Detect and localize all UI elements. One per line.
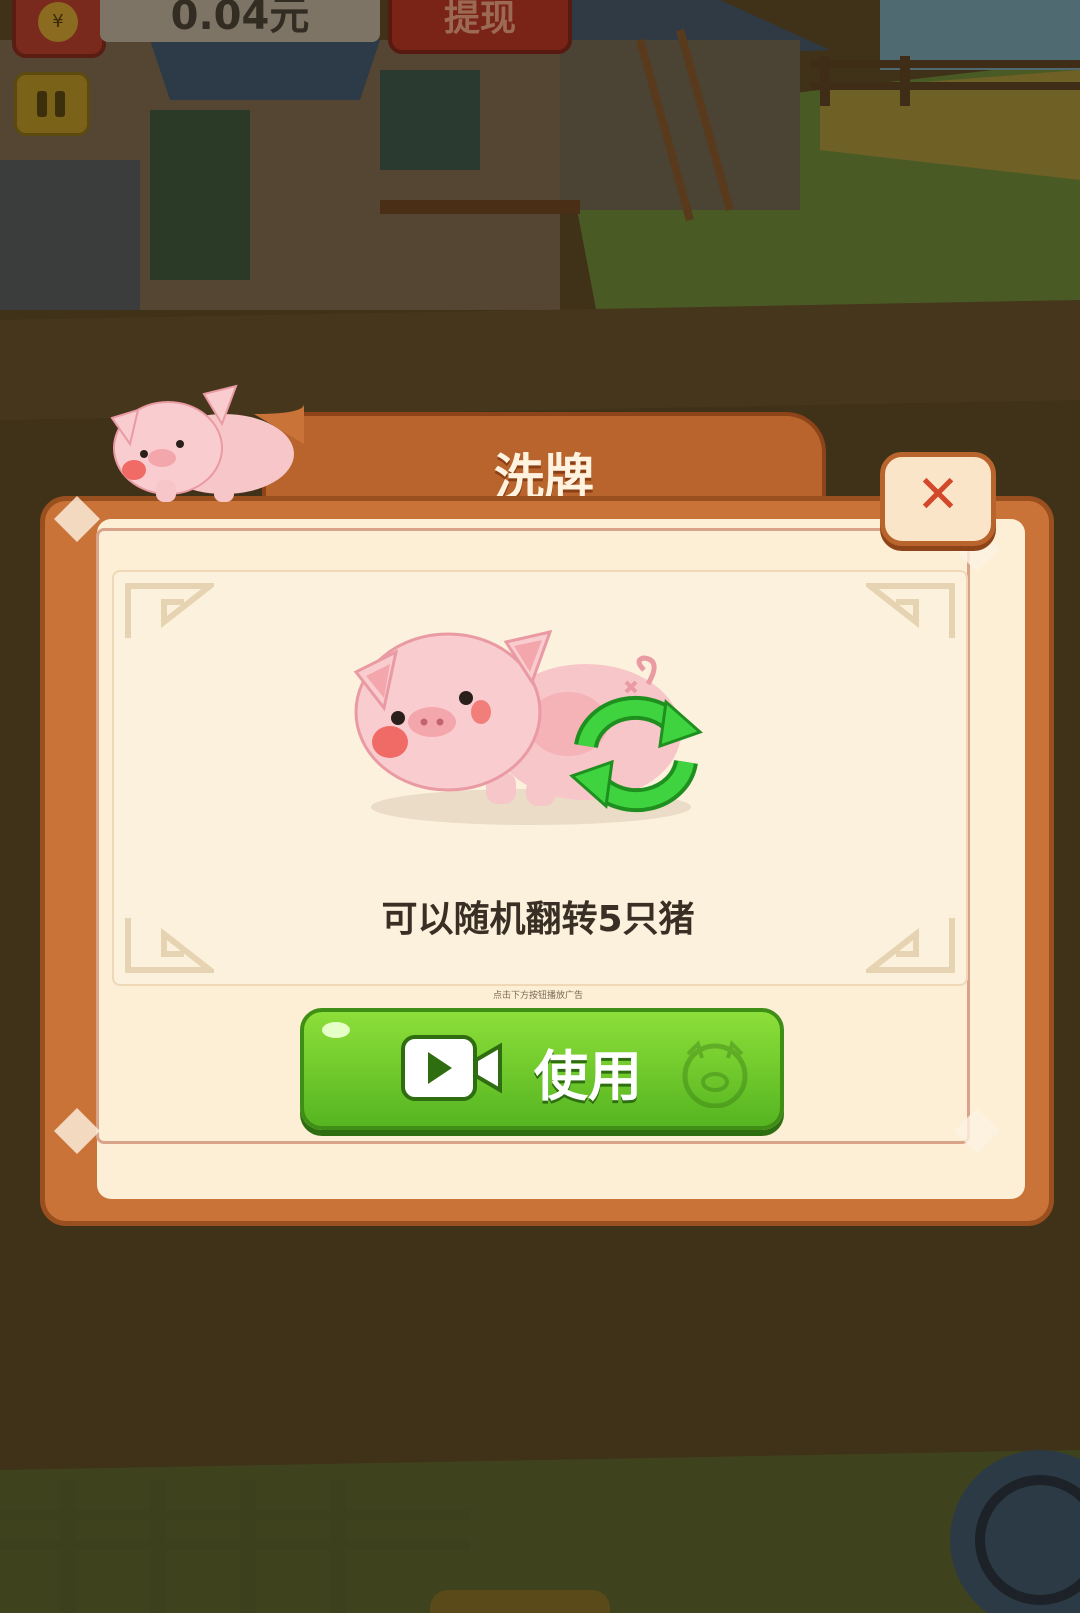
coin-icon: ¥ — [38, 2, 78, 42]
pig-icon — [353, 629, 703, 825]
pig-mascot-icon — [110, 384, 304, 502]
corner-ornament — [54, 496, 100, 542]
pig-watermark-icon — [682, 1040, 748, 1108]
item-description: 可以随机翻转5只猪 — [381, 899, 695, 940]
use-video-button[interactable]: 使用 — [300, 1008, 784, 1130]
pause-button[interactable] — [14, 72, 90, 136]
use-button-label: 使用 — [534, 1045, 642, 1108]
close-icon: ✕ — [916, 465, 960, 525]
close-button[interactable]: ✕ — [880, 452, 996, 546]
swirl-ornament — [125, 583, 214, 638]
ad-hint: 点击下方按钮播放广告 — [492, 991, 583, 1001]
coin-badge: ¥ — [12, 0, 106, 58]
balance-display: 0.04元 — [100, 0, 380, 42]
swirl-ornament — [866, 583, 955, 638]
corner-ornament — [954, 1108, 1000, 1154]
withdraw-button[interactable]: 提现 — [388, 0, 572, 54]
corner-ornament — [54, 1108, 100, 1154]
video-icon — [401, 1035, 502, 1101]
